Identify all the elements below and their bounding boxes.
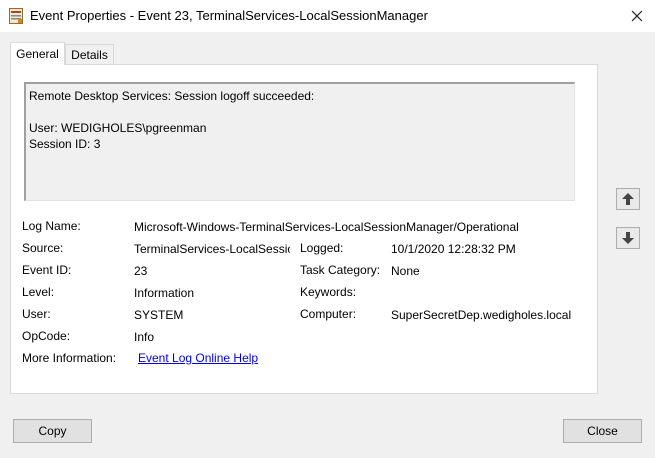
log-name-label: Log Name: [22, 219, 81, 233]
source-label: Source: [22, 241, 64, 255]
tab-general[interactable]: General [10, 42, 65, 65]
general-panel: Remote Desktop Services: Session logoff … [10, 64, 598, 394]
arrow-up-icon [622, 193, 634, 205]
event-log-online-help-link[interactable]: Event Log Online Help [138, 351, 258, 365]
tab-details[interactable]: Details [65, 44, 114, 64]
level-label: Level: [22, 285, 55, 299]
computer-label: Computer: [300, 307, 357, 321]
close-x-glyph [631, 10, 643, 22]
event-id-label: Event ID: [22, 263, 72, 277]
description-line: User: WEDIGHOLES\pgreenman [29, 121, 207, 135]
event-viewer-icon [9, 8, 23, 24]
close-icon[interactable] [624, 6, 650, 26]
more-info-label: More Information: [22, 351, 117, 365]
description-line: Remote Desktop Services: Session logoff … [29, 89, 315, 103]
arrow-down-icon [622, 232, 634, 244]
previous-event-button[interactable] [616, 188, 640, 210]
log-name-value: Microsoft-Windows-TerminalServices-Local… [134, 220, 519, 234]
opcode-value: Info [134, 330, 155, 344]
task-category-value: None [391, 264, 420, 278]
keywords-label: Keywords: [300, 285, 357, 299]
task-category-label: Task Category: [300, 263, 381, 277]
logged-label: Logged: [300, 241, 344, 255]
close-button[interactable]: Close [563, 419, 642, 443]
next-event-button[interactable] [616, 227, 640, 249]
title-bar: Event Properties - Event 23, TerminalSer… [0, 0, 655, 32]
level-value: Information [134, 286, 195, 300]
window-title: Event Properties - Event 23, TerminalSer… [30, 8, 428, 23]
copy-button[interactable]: Copy [13, 419, 92, 443]
user-label: User: [22, 307, 51, 321]
description-box[interactable]: Remote Desktop Services: Session logoff … [24, 82, 575, 201]
event-id-value: 23 [134, 264, 148, 278]
source-value: TerminalServices-LocalSessio [134, 242, 290, 256]
user-value: SYSTEM [134, 308, 184, 322]
description-line [29, 104, 571, 120]
logged-value: 10/1/2020 12:28:32 PM [391, 242, 516, 256]
opcode-label: OpCode: [22, 329, 71, 343]
computer-value: SuperSecretDep.wedigholes.local [391, 308, 572, 322]
description-line: Session ID: 3 [29, 137, 101, 151]
